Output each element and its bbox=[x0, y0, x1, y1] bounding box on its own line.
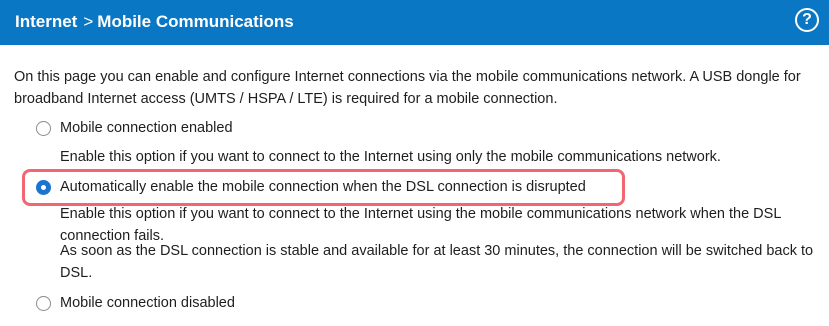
option-mobile-enabled-description: Enable this option if you want to connec… bbox=[60, 149, 721, 165]
option-mobile-disabled[interactable]: Mobile connection disabled bbox=[36, 292, 235, 314]
radio-mobile-disabled[interactable] bbox=[36, 295, 51, 311]
option-auto-enable-description-2: As soon as the DSL connection is stable … bbox=[60, 243, 814, 281]
radio-auto-enable[interactable] bbox=[36, 179, 51, 195]
option-mobile-enabled[interactable]: Mobile connection enabled bbox=[36, 117, 233, 139]
breadcrumb-separator-icon: > bbox=[83, 12, 94, 31]
option-mobile-disabled-label[interactable]: Mobile connection disabled bbox=[60, 292, 235, 314]
intro-text: On this page you can enable and configur… bbox=[14, 69, 801, 107]
breadcrumb-current: Mobile Communications bbox=[97, 12, 294, 31]
breadcrumb-internet-link[interactable]: Internet bbox=[15, 12, 77, 31]
option-auto-enable-label[interactable]: Automatically enable the mobile connecti… bbox=[60, 176, 586, 198]
page-header: Internet > Mobile Communications ? bbox=[0, 0, 829, 45]
option-mobile-enabled-label[interactable]: Mobile connection enabled bbox=[60, 117, 233, 139]
option-auto-enable[interactable]: Automatically enable the mobile connecti… bbox=[36, 176, 586, 198]
radio-mobile-enabled[interactable] bbox=[36, 120, 51, 136]
help-icon[interactable]: ? bbox=[795, 8, 819, 32]
breadcrumb: Internet > Mobile Communications bbox=[15, 10, 294, 34]
